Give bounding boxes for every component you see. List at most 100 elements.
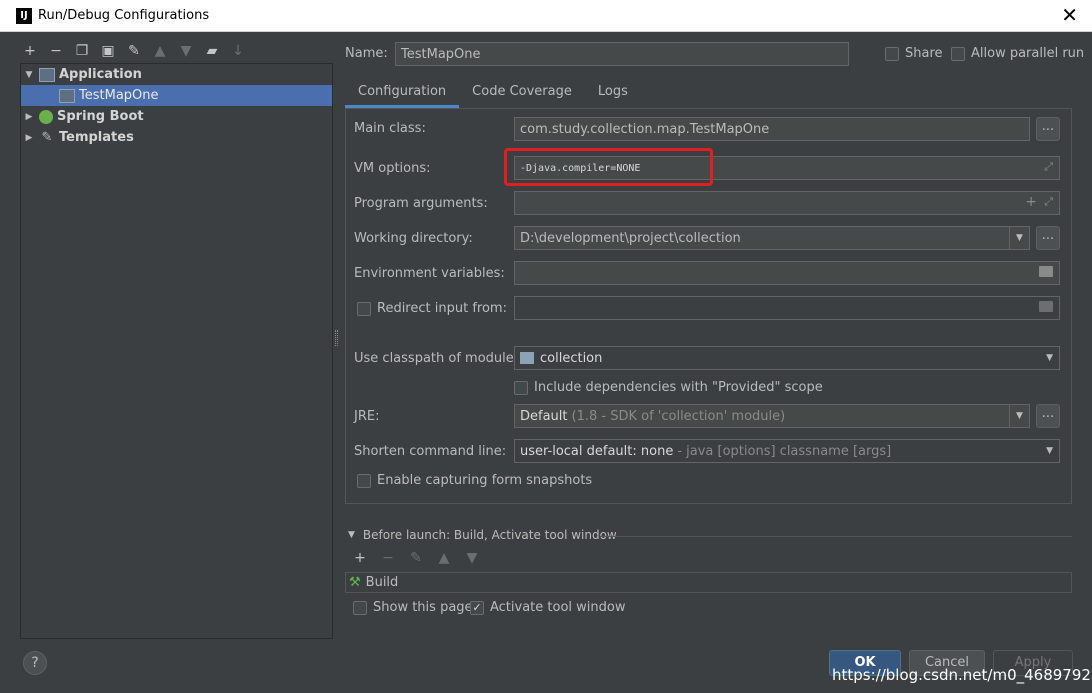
tab-configuration[interactable]: Configuration (345, 78, 460, 108)
add-macro-icon[interactable]: + (1025, 194, 1037, 210)
before-launch-toolbar: + − ✎ ▲ ▼ (352, 550, 480, 566)
close-icon[interactable]: ✕ (1061, 4, 1078, 26)
main-class-value: com.study.collection.map.TestMapOne (520, 121, 770, 137)
show-page-checkbox-row[interactable]: Show this page (353, 600, 473, 615)
expanded-arrow-icon[interactable]: ▼ (348, 530, 355, 540)
move-down-icon[interactable]: ▼ (464, 550, 480, 566)
config-tree: ▼ Application TestMapOne ▶ Spring Boot ▶… (20, 63, 333, 639)
collapsed-arrow-icon[interactable]: ▶ (23, 112, 35, 122)
share-checkbox[interactable] (885, 46, 899, 61)
name-label: Name: (345, 46, 388, 61)
collapsed-arrow-icon[interactable]: ▶ (23, 133, 35, 143)
splitter-handle[interactable] (335, 330, 338, 346)
expanded-arrow-icon[interactable]: ▼ (23, 70, 35, 80)
include-deps-checkbox-row[interactable]: Include dependencies with "Provided" sco… (514, 380, 823, 395)
vm-options-label: VM options: (354, 161, 431, 176)
parallel-checkbox-row[interactable]: Allow parallel run (951, 46, 1084, 61)
environment-variables-label: Environment variables: (354, 266, 505, 281)
tree-item-label: TestMapOne (79, 88, 159, 103)
remove-icon[interactable]: − (380, 550, 396, 566)
redirect-checkbox-row[interactable]: Redirect input from: (357, 301, 507, 316)
folder-icon[interactable] (1039, 301, 1053, 312)
wrench-icon: ✎ (41, 129, 53, 145)
name-input[interactable]: TestMapOne (395, 42, 849, 66)
tree-item-spring-boot[interactable]: ▶ Spring Boot (21, 106, 332, 127)
build-hammer-icon: ⚒ (349, 575, 361, 590)
chevron-down-icon[interactable]: ▼ (1046, 347, 1053, 369)
redirect-input[interactable] (514, 296, 1060, 320)
intellij-icon: IJ (16, 7, 32, 24)
tree-item-label: Application (59, 67, 142, 82)
redirect-label: Redirect input from: (377, 301, 507, 316)
remove-icon[interactable]: − (48, 43, 64, 59)
redirect-checkbox[interactable] (357, 301, 371, 316)
sort-icon[interactable]: ↓ (230, 43, 246, 59)
move-up-icon[interactable]: ▲ (152, 43, 168, 59)
folder-icon[interactable]: ▰ (204, 43, 220, 59)
divider (600, 536, 1072, 537)
main-class-browse-button[interactable]: ... (1036, 117, 1060, 141)
include-deps-label: Include dependencies with "Provided" sco… (534, 380, 823, 395)
enable-capturing-label: Enable capturing form snapshots (377, 473, 593, 488)
main-class-label: Main class: (354, 121, 426, 136)
expand-icon[interactable]: ⤢ (1044, 160, 1053, 174)
tree-item-testmapone[interactable]: TestMapOne (21, 85, 332, 106)
tree-item-label: Templates (59, 130, 134, 145)
shorten-command-select[interactable]: user-local default: none - java [options… (514, 439, 1060, 463)
tab-code-coverage[interactable]: Code Coverage (459, 78, 585, 108)
application-icon (39, 67, 55, 82)
module-icon (520, 352, 534, 364)
classpath-module-select[interactable]: collection ▼ (514, 346, 1060, 370)
parallel-label: Allow parallel run (971, 46, 1085, 61)
enable-capturing-checkbox-row[interactable]: Enable capturing form snapshots (357, 473, 592, 488)
tree-item-application[interactable]: ▼ Application (21, 64, 332, 85)
tab-logs[interactable]: Logs (585, 78, 641, 108)
jre-select[interactable]: Default (1.8 - SDK of 'collection' modul… (514, 404, 1030, 428)
shorten-value-detail: - java [options] classname [args] (677, 443, 892, 459)
task-label[interactable]: Build (366, 575, 399, 590)
working-directory-label: Working directory: (354, 231, 473, 246)
chevron-down-icon[interactable]: ▼ (1046, 440, 1053, 462)
show-page-checkbox[interactable] (353, 600, 367, 615)
working-directory-value: D:\development\project\collection (520, 230, 741, 246)
activate-checkbox-row[interactable]: ✓ Activate tool window (470, 600, 625, 615)
environment-variables-input[interactable] (514, 261, 1060, 285)
parallel-checkbox[interactable] (951, 46, 965, 61)
program-arguments-input[interactable]: + ⤢ (514, 191, 1060, 215)
add-icon[interactable]: + (352, 550, 368, 566)
shorten-command-label: Shorten command line: (354, 444, 507, 459)
include-deps-checkbox[interactable] (514, 380, 528, 395)
window-title: Run/Debug Configurations (38, 8, 210, 23)
chevron-down-icon[interactable]: ▼ (1009, 405, 1029, 427)
classpath-value: collection (540, 350, 603, 366)
application-icon (59, 88, 75, 103)
working-directory-select[interactable]: D:\development\project\collection ▼ (514, 226, 1030, 250)
enable-capturing-checkbox[interactable] (357, 473, 371, 488)
tree-item-templates[interactable]: ▶ ✎ Templates (21, 127, 332, 148)
folder-icon[interactable] (1039, 266, 1053, 277)
expand-icon[interactable]: ⤢ (1044, 195, 1053, 209)
chevron-down-icon[interactable]: ▼ (1009, 227, 1029, 249)
share-label: Share (905, 46, 943, 61)
add-icon[interactable]: + (22, 43, 38, 59)
name-value: TestMapOne (401, 46, 481, 62)
tree-item-label: Spring Boot (57, 109, 144, 124)
working-directory-browse-button[interactable]: ... (1036, 226, 1060, 250)
copy-icon[interactable]: ❐ (74, 43, 90, 59)
move-up-icon[interactable]: ▲ (436, 550, 452, 566)
jre-browse-button[interactable]: ... (1036, 404, 1060, 428)
move-down-icon[interactable]: ▼ (178, 43, 194, 59)
share-checkbox-row[interactable]: Share (885, 46, 943, 61)
save-icon[interactable]: ▣ (100, 43, 116, 59)
before-launch-header[interactable]: ▼ Before launch: Build, Activate tool wi… (348, 528, 617, 542)
tab-bar: Configuration Code Coverage Logs (345, 78, 641, 108)
jre-value: Default (520, 408, 568, 424)
activate-label: Activate tool window (490, 600, 626, 615)
title-bar: IJ Run/Debug Configurations ✕ (0, 0, 1092, 32)
activate-checkbox[interactable]: ✓ (470, 600, 484, 615)
edit-icon[interactable]: ✎ (408, 550, 424, 566)
wrench-icon[interactable]: ✎ (126, 43, 142, 59)
before-launch-title: Before launch: Build, Activate tool wind… (362, 528, 617, 542)
main-class-input[interactable]: com.study.collection.map.TestMapOne (514, 117, 1030, 141)
help-button[interactable]: ? (23, 651, 47, 675)
